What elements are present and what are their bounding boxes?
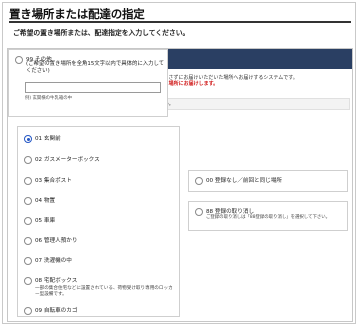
location-options-left: 01 玄関前 02 ガスメーターボックス 03 集合ポスト 04 物置 05 車… <box>17 126 180 317</box>
other-location-input[interactable] <box>25 82 161 93</box>
radio-button[interactable] <box>24 156 32 164</box>
option-01-entrance[interactable]: 01 玄関前 <box>24 135 174 147</box>
option-02-gas-meter-box[interactable]: 02 ガスメーターボックス <box>24 156 174 168</box>
page-instruction: ご希望の置き場所または、配達指定を入力してください。 <box>13 29 190 37</box>
radio-button[interactable] <box>24 277 32 285</box>
option-label: 08 宅配ボックス <box>35 277 78 284</box>
option-05-garage[interactable]: 05 車庫 <box>24 217 174 229</box>
radio-button-selected[interactable] <box>24 135 32 143</box>
option-08-delivery-box[interactable]: 08 宅配ボックス 一部の集合住宅などに設置されている、荷物受け取り専用のロッカ… <box>24 277 174 305</box>
option-label: 01 玄関前 <box>35 135 61 142</box>
radio-button[interactable] <box>24 307 32 315</box>
option-03-mailbox[interactable]: 03 集合ポスト <box>24 177 174 189</box>
radio-button[interactable] <box>24 177 32 185</box>
option-label: 06 管理人預かり <box>35 237 78 244</box>
radio-button[interactable] <box>195 177 203 185</box>
option-label: 00 登録なし／前回と同じ場所 <box>206 177 283 184</box>
page-frame: 置き場所または配達の指定 ご希望の置き場所または、配達指定を入力してください。 … <box>2 2 356 324</box>
radio-button[interactable] <box>24 237 32 245</box>
option-label: 04 物置 <box>35 197 56 204</box>
option-label: 03 集合ポスト <box>35 177 72 184</box>
option-09-bicycle-basket[interactable]: 09 自転車のカゴ <box>24 307 174 319</box>
option-00-no-registration[interactable]: 00 登録なし／前回と同じ場所 <box>195 177 345 189</box>
page-title: 置き場所または配達の指定 <box>9 7 145 21</box>
cancel-description: ご登録の取り消しは「88登録の取り消し」を選択して下さい。 <box>206 215 331 220</box>
radio-button[interactable] <box>195 208 203 216</box>
option-88-box: 88 登録の取り消し ご登録の取り消しは「88登録の取り消し」を選択して下さい。 <box>188 201 348 231</box>
radio-button[interactable] <box>24 257 32 265</box>
radio-button[interactable] <box>24 197 32 205</box>
option-06-manager[interactable]: 06 管理人預かり <box>24 237 174 249</box>
option-00-box: 00 登録なし／前回と同じ場所 <box>188 170 348 192</box>
title-divider <box>9 21 351 23</box>
option-07-washing-machine[interactable]: 07 洗濯機の中 <box>24 257 174 269</box>
option-label: 02 ガスメーターボックス <box>35 156 100 163</box>
option-04-storage-shed[interactable]: 04 物置 <box>24 197 174 209</box>
option-label: 05 車庫 <box>35 217 56 224</box>
option-label: 09 自転車のカゴ <box>35 307 78 314</box>
option-description: 一部の集合住宅などに設置されている、荷物受け取り専用のロッカー型設備です。 <box>35 286 173 297</box>
other-example: 例) 玄関横の牛乳箱の中 <box>25 96 73 101</box>
delivery-location-section: 置き場所を指定する サービス 内容 在宅・不在にかかわらず、受領部不要でチャイム… <box>7 48 353 322</box>
radio-button[interactable] <box>15 56 23 64</box>
option-99-other-box: 99 その他 (ご希望の置き場所を全角15文字以内で具体的に入力してください) … <box>8 49 168 117</box>
radio-button[interactable] <box>24 217 32 225</box>
other-instruction: (ご希望の置き場所を全角15文字以内で具体的に入力してください) <box>26 61 165 75</box>
option-label: 07 洗濯機の中 <box>35 257 72 264</box>
